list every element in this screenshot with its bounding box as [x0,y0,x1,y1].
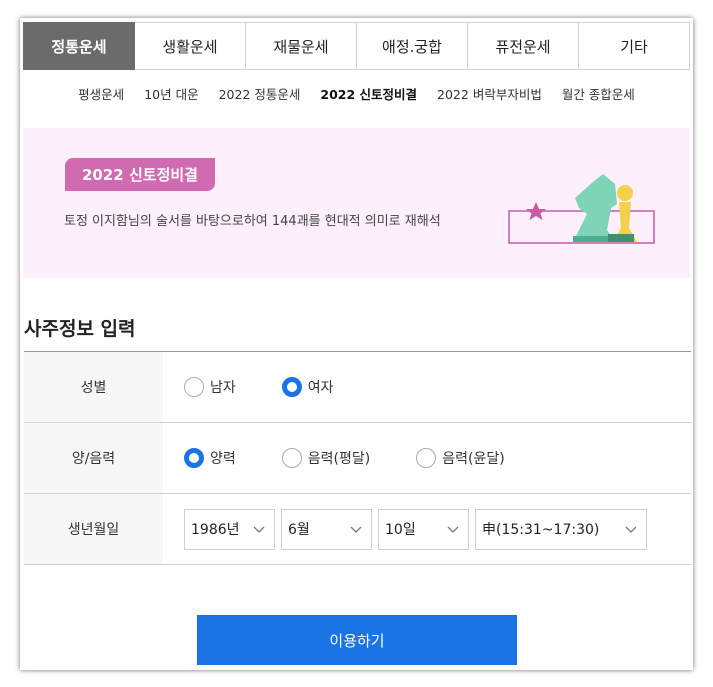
birth-year-value: 1986년 [191,522,240,538]
gender-field: 남자 여자 [163,352,691,422]
subnav-lifetime[interactable]: 평생운세 [78,84,124,106]
subnav-10year[interactable]: 10년 대운 [144,84,198,106]
chevron-down-icon [447,526,459,533]
gender-female-label: 여자 [307,380,334,396]
calendar-lunar-normal-radio[interactable]: 음력(평달) [281,448,371,468]
birth-month-select[interactable]: 6월 [281,508,372,550]
radio-unchecked-icon [184,377,204,397]
chess-illustration-icon [508,174,655,244]
tab-fusion[interactable]: 퓨전운세 [468,22,579,70]
main-tabs: 정통운세 생활운세 재물운세 애정.궁합 퓨전운세 기타 [23,22,690,70]
subnav-2022-tojeong[interactable]: 2022 신토정비결 [320,84,417,106]
submit-button[interactable]: 이용하기 [197,615,517,665]
section-title: 사주정보 입력 [24,318,136,340]
subnav-2022-traditional[interactable]: 2022 정통운세 [219,84,301,106]
banner: 2022 신토정비결 토정 이지함님의 술서를 바탕으로하여 144괘를 현대적… [23,128,690,278]
chevron-down-icon [350,526,362,533]
calendar-row: 양/음력 양력 음력(평달) 음력(윤달) [24,423,691,494]
chevron-down-icon [253,526,265,533]
page-frame: 정통운세 생활운세 재물운세 애정.궁합 퓨전운세 기타 평생운세 10년 대운… [20,18,693,670]
radio-unchecked-icon [416,448,437,468]
tab-traditional[interactable]: 정통운세 [23,22,135,70]
calendar-lunar-leap-radio[interactable]: 음력(윤달) [416,448,505,468]
calendar-lunar-leap-label: 음력(윤달) [442,451,505,467]
birth-day-value: 10일 [385,522,416,538]
tab-wealth[interactable]: 재물운세 [246,22,357,70]
subnav-2022-wealth[interactable]: 2022 벼락부자비법 [437,84,542,106]
saju-form: 성별 남자 여자 양/음력 양력 음력(평달) 음력(윤달) 생년월일 1986… [24,351,691,565]
calendar-solar-label: 양력 [210,451,236,467]
sub-navigation: 평생운세 10년 대운 2022 정통운세 2022 신토정비결 2022 벼락… [20,84,693,106]
chevron-down-icon [625,526,637,533]
gender-male-label: 남자 [210,380,236,396]
birth-hour-value: 申(15:31~17:30) [482,522,600,538]
birth-field: 1986년 6월 10일 申(15:31~17:30) [163,494,691,564]
tab-life[interactable]: 생활운세 [135,22,246,70]
tab-etc[interactable]: 기타 [579,22,690,70]
tab-love[interactable]: 애정.궁합 [357,22,468,70]
gender-male-radio[interactable]: 남자 [184,377,236,397]
gender-label: 성별 [24,352,163,422]
calendar-label: 양/음력 [24,423,163,493]
birth-month-value: 6월 [288,522,310,538]
birth-year-select[interactable]: 1986년 [184,508,275,550]
radio-checked-icon [281,377,302,397]
banner-badge: 2022 신토정비결 [65,158,215,191]
birth-day-select[interactable]: 10일 [378,508,469,550]
calendar-lunar-normal-label: 음력(평달) [307,451,371,467]
radio-unchecked-icon [281,448,302,468]
subnav-monthly[interactable]: 월간 종합운세 [562,84,635,106]
birth-hour-select[interactable]: 申(15:31~17:30) [475,508,647,550]
birth-row: 생년월일 1986년 6월 10일 申(15:31~17:30) [24,494,691,565]
gender-female-radio[interactable]: 여자 [281,377,334,397]
gender-row: 성별 남자 여자 [24,352,691,423]
calendar-solar-radio[interactable]: 양력 [184,448,236,468]
banner-description: 토정 이지함님의 술서를 바탕으로하여 144괘를 현대적 의미로 재해석 [64,214,441,229]
birth-label: 생년월일 [24,494,163,564]
calendar-field: 양력 음력(평달) 음력(윤달) [163,423,691,493]
radio-checked-icon [184,448,204,468]
